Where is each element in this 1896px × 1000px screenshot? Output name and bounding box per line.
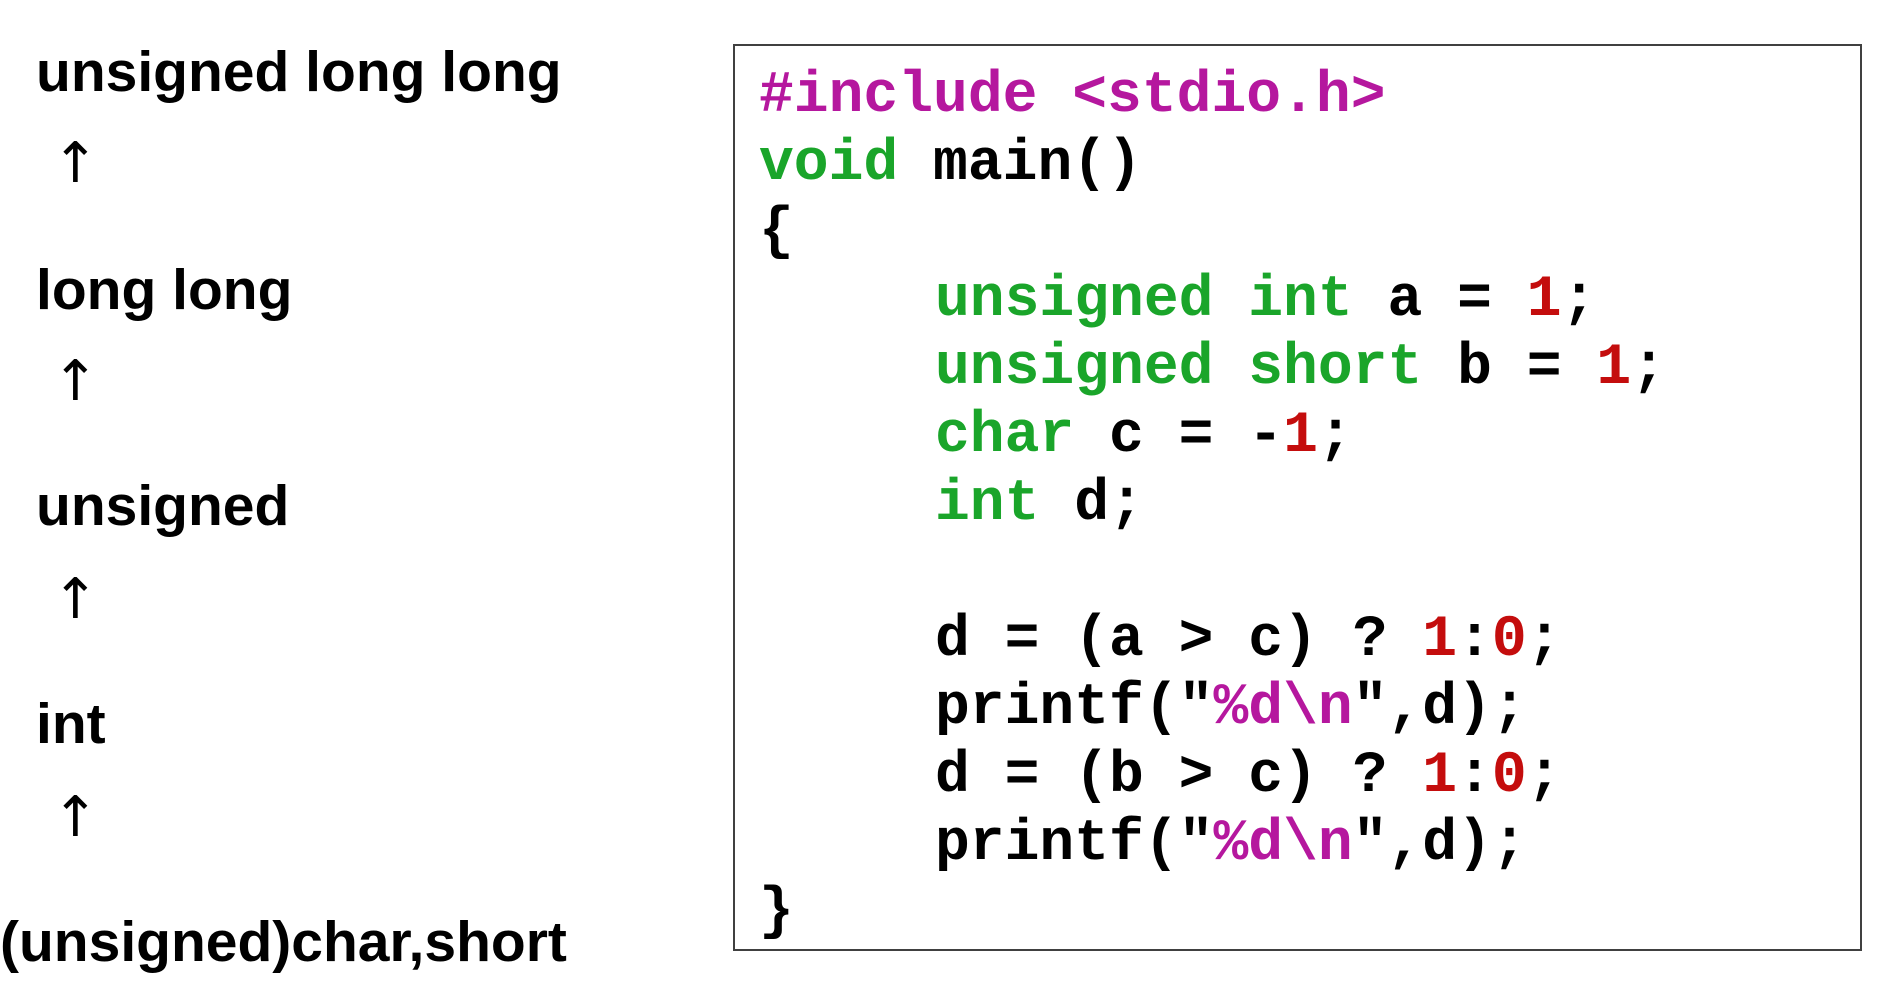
code-token: unsigned short	[935, 336, 1423, 401]
code-token: printf("	[935, 676, 1214, 741]
code-token: d = (b > c) ?	[935, 744, 1423, 809]
code-line: #include <stdio.h>	[759, 68, 1386, 126]
code-token: #include <stdio.h>	[759, 64, 1386, 129]
code-token: d;	[1039, 472, 1144, 537]
code-token: ;	[1526, 744, 1562, 809]
code-token: int	[935, 472, 1040, 537]
code-token: c = -	[1074, 404, 1284, 469]
code-token: 1	[1422, 744, 1458, 809]
up-arrow-icon: ↑	[52, 131, 99, 196]
code-line: {	[759, 204, 794, 262]
type-long-long: long long	[36, 258, 293, 322]
type-unsigned: unsigned	[36, 474, 290, 538]
code-token: }	[759, 880, 794, 945]
up-arrow-icon: ↑	[52, 785, 99, 850]
code-line: d = (b > c) ? 1:0;	[935, 748, 1562, 806]
code-token: :	[1457, 608, 1492, 673]
code-token: 1	[1596, 336, 1632, 401]
code-token: 1	[1422, 608, 1458, 673]
code-line: printf("%d\n",d);	[935, 680, 1527, 738]
code-line: int d;	[935, 476, 1144, 534]
code-token: {	[759, 200, 794, 265]
code-line: char c = -1;	[935, 408, 1353, 466]
code-token: char	[935, 404, 1075, 469]
code-token: unsigned int	[935, 268, 1353, 333]
type-unsigned-long-long: unsigned long long	[36, 40, 562, 104]
up-arrow-icon: ↑	[52, 567, 99, 632]
code-token: main()	[898, 132, 1142, 197]
code-token: 1	[1283, 404, 1318, 469]
code-listing: #include <stdio.h> void main() { unsigne…	[733, 44, 1862, 951]
code-token: %d\n	[1213, 676, 1353, 741]
up-arrow-icon: ↑	[52, 349, 99, 414]
type-int: int	[36, 692, 106, 756]
code-line: d = (a > c) ? 1:0;	[935, 612, 1562, 670]
code-token: printf("	[935, 812, 1214, 877]
code-line: unsigned short b = 1;	[935, 340, 1666, 398]
code-token: ;	[1561, 268, 1597, 333]
code-token: 1	[1526, 268, 1562, 333]
code-token: :	[1457, 744, 1492, 809]
code-token: b =	[1422, 336, 1597, 401]
code-token: ;	[1526, 608, 1562, 673]
code-line: unsigned int a = 1;	[935, 272, 1596, 330]
type-char-short: (unsigned)char,short	[0, 910, 567, 974]
code-line: void main()	[759, 136, 1142, 194]
code-line: }	[759, 884, 794, 942]
code-token: d = (a > c) ?	[935, 608, 1423, 673]
code-token: void	[759, 132, 899, 197]
type-promotion-hierarchy: unsigned long long ↑ long long ↑ unsigne…	[0, 0, 700, 1000]
code-line: printf("%d\n",d);	[935, 816, 1527, 874]
code-token: ;	[1317, 404, 1353, 469]
code-token: ",d);	[1352, 676, 1527, 741]
code-token: 0	[1491, 744, 1527, 809]
code-token: ;	[1631, 336, 1666, 401]
code-token: 0	[1491, 608, 1527, 673]
code-token: a =	[1352, 268, 1527, 333]
code-token: %d\n	[1213, 812, 1353, 877]
code-token: ",d);	[1352, 812, 1527, 877]
